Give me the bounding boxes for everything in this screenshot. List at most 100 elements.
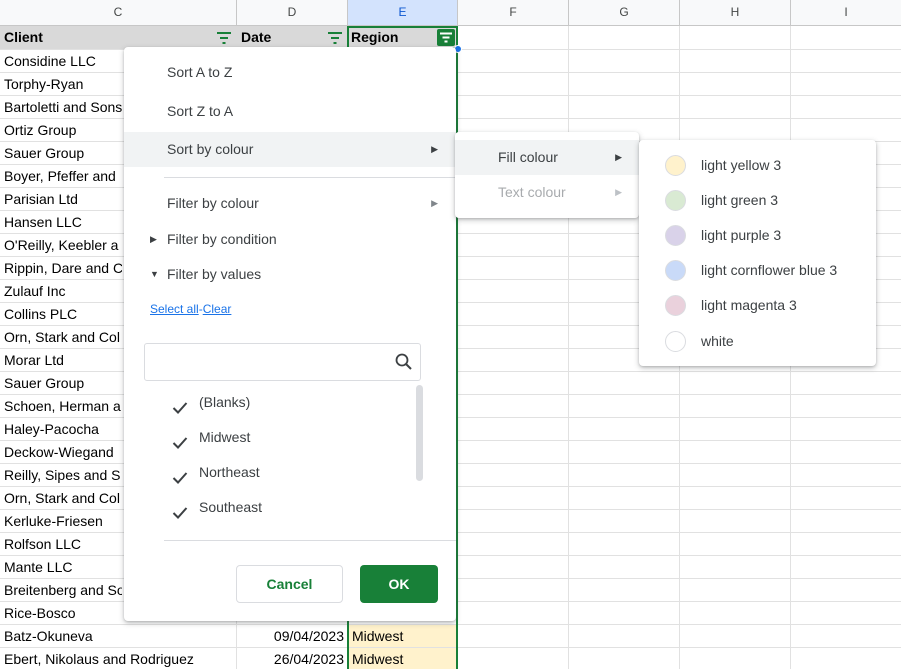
menu-item-label: Sort A to Z [167,64,233,80]
menu-item-label: Fill colour [498,149,558,165]
colour-option-label: light yellow 3 [701,157,782,173]
column-letter: D [287,5,297,19]
client-cell[interactable]: Rippin, Dare and C [4,257,122,279]
checkmark-icon[interactable] [172,465,188,484]
client-cell[interactable]: Reilly, Sipes and S [4,464,122,486]
colour-swatch-icon [665,155,686,176]
submenu-arrow-icon: ▶ [615,187,622,197]
fill-colour-option[interactable]: light green 3 [639,183,876,218]
client-cell[interactable]: Ortiz Group [4,119,122,141]
menu-item-label: Filter by values [167,266,262,282]
client-cell[interactable]: Sauer Group [4,142,122,164]
menu-item-filter-by-colour[interactable]: Filter by colour ▶ [124,186,456,221]
column-letter: C [113,5,123,19]
client-cell[interactable]: Rice-Bosco [4,602,122,624]
client-cell[interactable]: Schoen, Herman a [4,395,122,417]
client-cell[interactable]: O'Reilly, Keebler a [4,234,122,256]
colour-option-label: light magenta 3 [701,297,797,313]
column-letter: H [730,5,740,19]
select-all-link[interactable]: Select all [150,302,199,316]
filter-menu: Sort A to Z Sort Z to A Sort by colour ▶… [124,47,456,621]
menu-item-sort-a-to-z[interactable]: Sort A to Z [124,55,456,90]
client-cell[interactable]: Torphy-Ryan [4,73,122,95]
column-header-e[interactable]: E [348,0,458,26]
menu-item-label: Filter by colour [167,195,259,211]
client-cell[interactable]: Mante LLC [4,556,122,578]
client-cell[interactable]: Haley-Pacocha [4,418,122,440]
region-cell[interactable]: Midwest [348,625,457,647]
submenu-arrow-icon: ▶ [431,144,438,154]
filter-icon[interactable] [328,32,342,44]
colour-option-label: white [701,333,734,349]
client-cell[interactable]: Considine LLC [4,50,122,72]
column-header-f[interactable]: F [458,0,569,26]
date-cell[interactable]: 09/04/2023 [237,625,344,647]
client-cell[interactable]: Hansen LLC [4,211,122,233]
menu-item-label: Filter by condition [167,231,277,247]
column-header-d[interactable]: D [237,0,348,26]
fill-colour-option[interactable]: light magenta 3 [639,288,876,323]
filter-icon[interactable] [217,32,231,44]
search-icon[interactable] [394,352,414,372]
values-search-box[interactable] [144,343,421,381]
expand-right-icon: ▶ [150,234,157,244]
client-cell[interactable]: Sauer Group [4,372,122,394]
fill-colour-option[interactable]: light cornflower blue 3 [639,253,876,288]
menu-item-text-colour: Text colour ▶ [455,175,639,210]
client-cell[interactable]: Deckow-Wiegand [4,441,122,463]
checkmark-icon[interactable] [172,395,188,414]
filter-value-label: Midwest [199,429,251,445]
header-date[interactable]: Date [241,26,271,49]
column-header-g[interactable]: G [569,0,680,26]
colour-swatch-icon [665,190,686,211]
colour-swatch-icon [665,331,686,352]
menu-divider [164,177,456,178]
cancel-button[interactable]: Cancel [236,565,343,603]
checkmark-icon[interactable] [172,500,188,519]
clear-link[interactable]: Clear [203,302,232,316]
menu-item-fill-colour[interactable]: Fill colour ▶ [455,140,639,175]
column-header-c[interactable]: C [0,0,237,26]
client-cell[interactable]: Rolfson LLC [4,533,122,555]
values-scrollbar[interactable] [416,385,423,481]
client-cell[interactable]: Boyer, Pfeffer and [4,165,122,187]
client-cell[interactable]: Morar Ltd [4,349,122,371]
client-cell[interactable]: Bartoletti and Sons [4,96,122,118]
fill-colour-option[interactable]: light purple 3 [639,218,876,253]
colour-swatch-icon [665,295,686,316]
menu-item-filter-by-condition[interactable]: ▶ Filter by condition [124,222,456,257]
client-cell[interactable]: Collins PLC [4,303,122,325]
column-header-h[interactable]: H [680,0,791,26]
filter-value-label: Northeast [199,464,260,480]
fill-colour-submenu: light yellow 3 light green 3 light purple … [639,140,876,366]
expand-down-icon: ▼ [150,269,159,279]
fill-colour-option[interactable]: light yellow 3 [639,148,876,183]
client-cell[interactable]: Zulauf Inc [4,280,122,302]
column-header-i[interactable]: I [791,0,901,26]
menu-item-sort-z-to-a[interactable]: Sort Z to A [124,94,456,129]
submenu-arrow-icon: ▶ [615,152,622,162]
menu-item-label: Sort by colour [167,141,254,157]
sort-by-colour-submenu: Fill colour ▶ Text colour ▶ [455,132,639,218]
client-cell[interactable]: Batz-Okuneva [4,625,234,647]
header-client[interactable]: Client [4,26,43,49]
client-cell[interactable]: Parisian Ltd [4,188,122,210]
checkmark-icon[interactable] [172,430,188,449]
values-search-input[interactable] [153,352,393,372]
ok-button[interactable]: OK [360,565,438,603]
filter-value-label: Southeast [199,499,263,515]
date-cell[interactable]: 26/04/2023 [237,648,344,669]
menu-divider [164,540,456,541]
client-cell[interactable]: Orn, Stark and Col [4,326,122,348]
client-cell[interactable]: Kerluke-Friesen [4,510,122,532]
client-cell[interactable]: Breitenberg and So [4,579,122,601]
fill-colour-option[interactable]: white [639,324,876,359]
client-cell[interactable]: Orn, Stark and Col [4,487,122,509]
column-letter: E [398,5,407,19]
menu-item-label: Sort Z to A [167,103,234,119]
menu-item-filter-by-values[interactable]: ▼ Filter by values [124,257,456,292]
active-cell-outline [347,26,458,49]
client-cell[interactable]: Ebert, Nikolaus and Rodriguez [4,648,234,669]
region-cell[interactable]: Midwest [348,648,457,669]
menu-item-sort-by-colour[interactable]: Sort by colour ▶ [124,132,456,167]
